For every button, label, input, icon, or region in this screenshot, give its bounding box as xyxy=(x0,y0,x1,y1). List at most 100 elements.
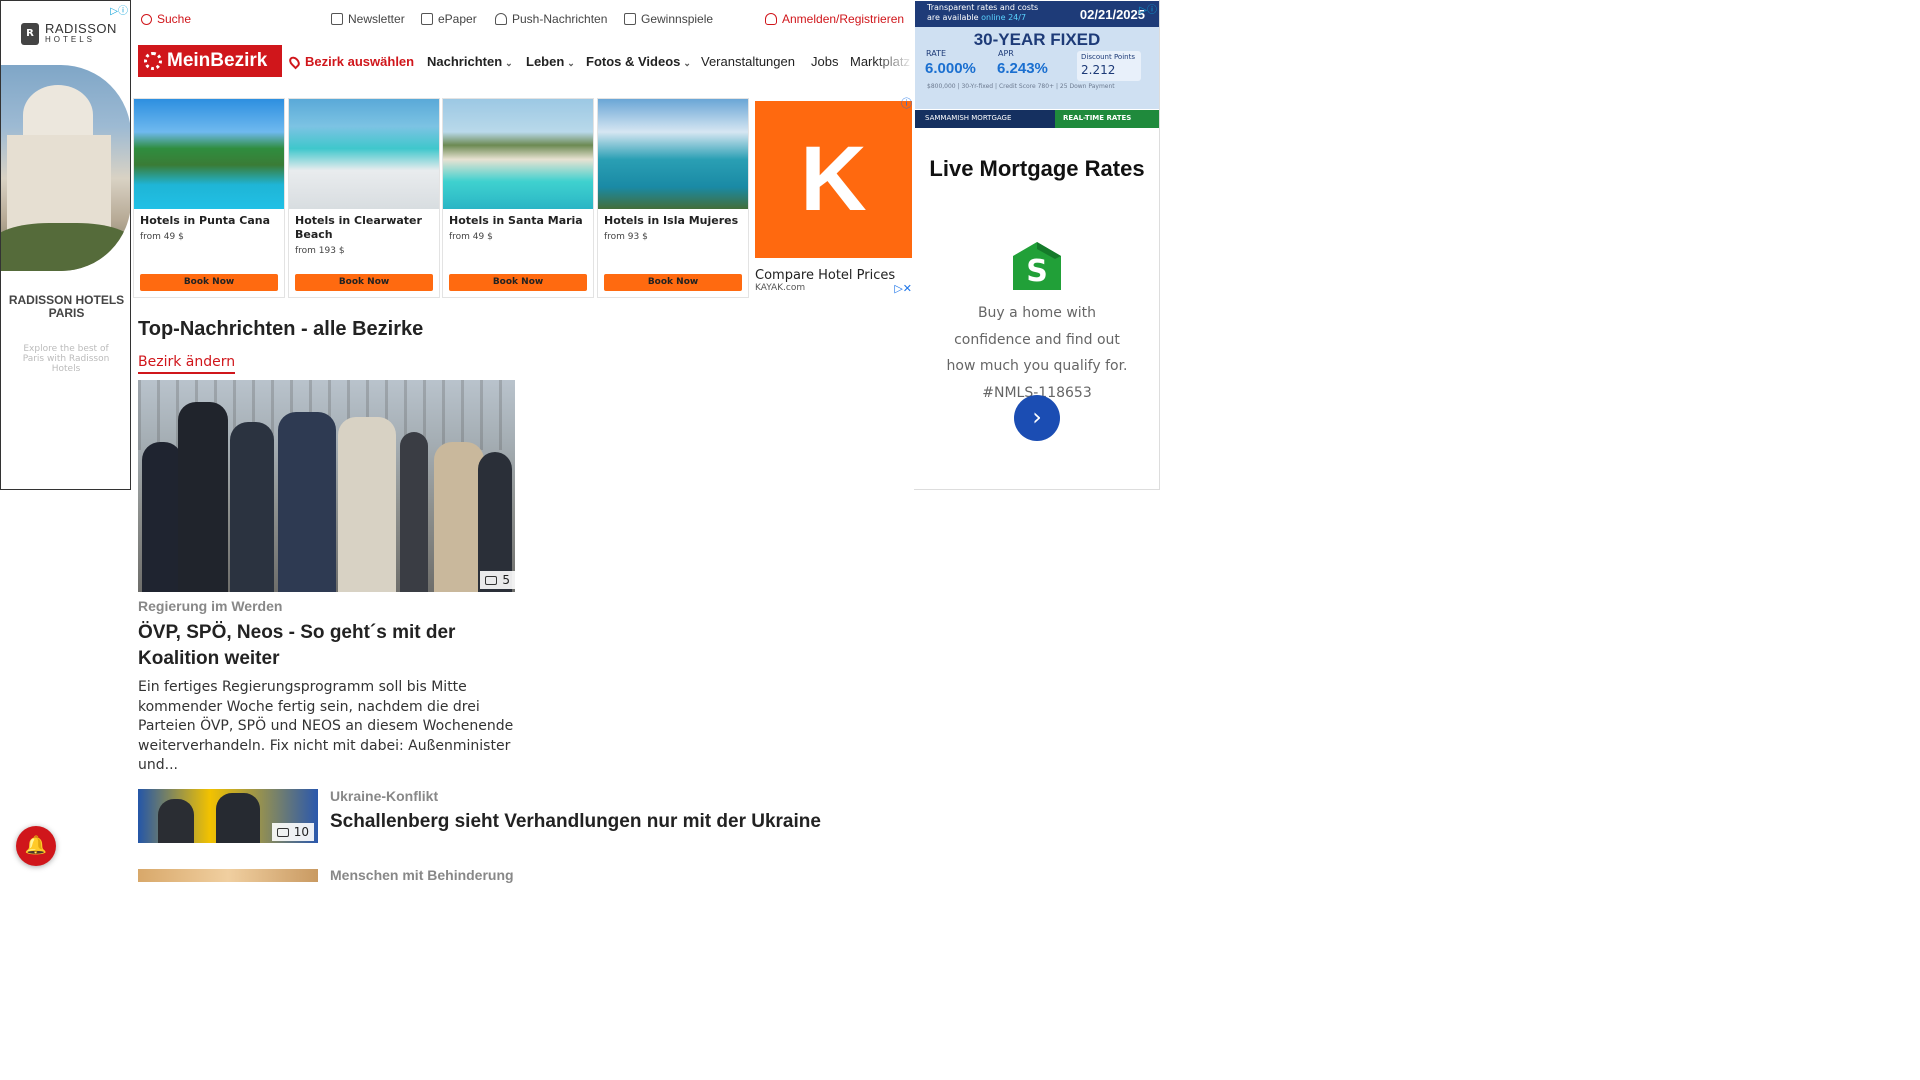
hotel-ad-strip: Hotels in Punta Cana from 49 $ Book Now … xyxy=(133,95,915,300)
banner-fine-print: $800,000 | 30-Yr-fixed | Credit Score 78… xyxy=(927,83,1115,90)
close-ad-icon[interactable]: ▷✕ xyxy=(894,282,912,295)
hotel-card[interactable]: Hotels in Punta Cana from 49 $ Book Now xyxy=(133,98,285,298)
gallery-icon xyxy=(485,575,498,585)
chevron-down-icon: ⌄ xyxy=(567,58,575,68)
right-mortgage-ad[interactable]: Transparent rates and costs are available… xyxy=(914,0,1160,490)
hotel-price: from 49 $ xyxy=(140,232,184,242)
kayak-domain: KAYAK.com xyxy=(755,283,806,293)
hotel-photo xyxy=(598,99,748,209)
realtime-rates-label: REAL-TIME RATES xyxy=(1063,114,1132,122)
nav-label: Leben xyxy=(526,54,565,69)
tagline-line-2: are available xyxy=(927,13,979,22)
article-thumbnail[interactable]: 10 xyxy=(138,789,318,843)
lead-article-image[interactable]: 5 xyxy=(138,380,515,592)
bezirk-label: Bezirk auswählen xyxy=(305,54,415,69)
location-pin-icon xyxy=(287,54,302,69)
nav-item-fotos-videos[interactable]: Fotos & Videos ⌄ xyxy=(586,54,691,69)
hotel-name: Hotels in Isla Mujeres xyxy=(604,214,739,227)
ad-choices-icon[interactable]: ▷ⓘ xyxy=(110,2,128,17)
lead-headline[interactable]: ÖVP, SPÖ, Neos - So geht´s mit der Koali… xyxy=(138,620,516,671)
mortgage-banner[interactable]: Transparent rates and costs are available… xyxy=(915,1,1159,128)
kayak-ad[interactable]: K Compare Hotel Prices KAYAK.com ▷✕ xyxy=(755,101,912,297)
gift-icon xyxy=(624,13,636,25)
ad-info-icon[interactable]: ⓘ xyxy=(901,95,912,111)
change-bezirk-link[interactable]: Bezirk ändern xyxy=(138,354,236,374)
article-thumbnail[interactable] xyxy=(138,869,318,882)
book-now-button[interactable]: Book Now xyxy=(140,274,278,291)
gallery-icon xyxy=(276,827,289,837)
article-kicker: Ukraine-Konflikt xyxy=(330,788,439,804)
article-headline[interactable]: Schallenberg sieht Verhandlungen nur mit… xyxy=(330,811,821,833)
ad-choices-icon[interactable]: ▷ⓘ xyxy=(1139,1,1157,16)
contests-link[interactable]: Gewinnspiele xyxy=(624,12,713,26)
chevron-down-icon: ⌄ xyxy=(683,58,691,68)
hotel-price: from 93 $ xyxy=(604,232,648,242)
epaper-label: ePaper xyxy=(438,12,477,26)
rate-value: 6.000% xyxy=(925,60,976,77)
hotel-card[interactable]: Hotels in Clearwater Beach from 193 $ Bo… xyxy=(288,98,440,298)
banner-title: 30-YEAR FIXED xyxy=(973,30,1101,49)
points-value: 2.212 xyxy=(1081,63,1116,77)
book-now-button[interactable]: Book Now xyxy=(295,274,433,291)
hotel-photo xyxy=(134,99,284,209)
hotel-card[interactable]: Hotels in Isla Mujeres from 93 $ Book No… xyxy=(597,98,749,298)
login-label: Anmelden/Registrieren xyxy=(782,12,905,26)
hotel-photo xyxy=(443,99,593,209)
right-ad-headline: Live Mortgage Rates xyxy=(929,156,1145,181)
nav-item-veranstaltungen[interactable]: Veranstaltungen xyxy=(701,54,795,69)
chevron-right-button[interactable]: › xyxy=(1014,395,1060,441)
lender-logo: SAMMAMISH MORTGAGE xyxy=(915,110,1055,128)
points-label: Discount Points xyxy=(1081,53,1135,61)
gallery-count: 10 xyxy=(293,825,309,839)
search-label: Suche xyxy=(157,12,192,26)
hotel-name: Hotels in Santa Maria xyxy=(449,214,583,227)
epaper-link[interactable]: ePaper xyxy=(421,12,477,26)
discount-points: Discount Points 2.212 xyxy=(1077,51,1141,81)
gallery-count: 5 xyxy=(502,573,510,587)
nav-item-nachrichten[interactable]: Nachrichten ⌄ xyxy=(427,54,513,69)
kayak-logo: K xyxy=(755,101,912,258)
brand-label: MeinBezirk xyxy=(167,50,268,71)
rate-label: RATE xyxy=(926,49,947,58)
left-skyscraper-ad[interactable]: ▷ⓘ R RADISSON HOTELS RADISSON HOTELS PARI… xyxy=(0,0,131,490)
newspaper-icon xyxy=(421,13,433,25)
left-ad-title: RADISSON HOTELS PARIS xyxy=(8,293,125,320)
hotel-name: Hotels in Punta Cana xyxy=(140,214,271,227)
radisson-logo: R RADISSON HOTELS xyxy=(21,22,117,45)
search-link[interactable]: Suche xyxy=(141,12,191,26)
sacre-coeur-photo xyxy=(1,65,130,271)
meinbezirk-logo[interactable]: MeinBezirk xyxy=(138,45,282,77)
book-now-button[interactable]: Book Now xyxy=(449,274,587,291)
notification-bell-button[interactable]: 🔔 xyxy=(16,826,56,866)
push-label: Push-Nachrichten xyxy=(512,12,608,26)
main-nav: MeinBezirk Bezirk auswählen Nachrichten ⌄… xyxy=(138,44,914,78)
left-ad-subtitle: Explore the best of Paris with Radisson … xyxy=(22,344,110,374)
nav-label: Nachrichten xyxy=(427,54,503,69)
gallery-badge: 10 xyxy=(271,823,314,841)
newsletter-label: Newsletter xyxy=(348,12,405,26)
push-link[interactable]: Push-Nachrichten xyxy=(495,12,607,26)
hotel-price: from 193 $ xyxy=(295,246,345,256)
svg-text:S: S xyxy=(1026,254,1048,289)
hotel-price: from 49 $ xyxy=(449,232,493,242)
newsletter-link[interactable]: Newsletter xyxy=(331,12,405,26)
login-link[interactable]: Anmelden/Registrieren xyxy=(765,12,904,26)
hotel-card[interactable]: Hotels in Santa Maria from 49 $ Book Now xyxy=(442,98,594,298)
section-title: Top-Nachrichten - alle Bezirke xyxy=(138,318,424,340)
search-icon xyxy=(141,13,152,25)
article-kicker: Menschen mit Behinderung xyxy=(330,867,514,883)
apr-label: APR xyxy=(998,49,1014,58)
gallery-badge: 5 xyxy=(480,571,515,589)
banner-cta-bar[interactable]: SAMMAMISH MORTGAGE REAL-TIME RATES xyxy=(915,110,1159,128)
nav-item-leben[interactable]: Leben ⌄ xyxy=(526,54,575,69)
tagline-line-1: Transparent rates and costs xyxy=(927,3,1039,12)
nav-item-jobs[interactable]: Jobs xyxy=(811,54,838,69)
bezirk-select[interactable]: Bezirk auswählen xyxy=(287,54,415,69)
nav-label: Fotos & Videos xyxy=(586,54,681,69)
bell-icon xyxy=(495,13,507,25)
lead-kicker: Regierung im Werden xyxy=(138,598,283,614)
user-icon xyxy=(765,13,777,25)
banner-date: 02/21/2025 xyxy=(1079,7,1145,22)
nav-fade xyxy=(874,44,914,78)
book-now-button[interactable]: Book Now xyxy=(604,274,742,291)
